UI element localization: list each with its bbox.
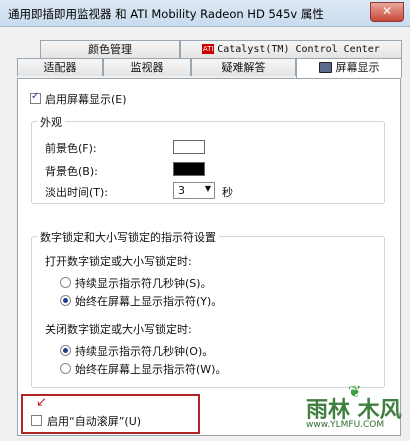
- fade-time-select[interactable]: 3 ▼: [173, 182, 215, 199]
- fade-time-unit: 秒: [222, 186, 233, 199]
- lock-off-radio-seconds[interactable]: [60, 345, 71, 356]
- background-color-swatch[interactable]: [173, 162, 205, 176]
- autoscroll-checkbox[interactable]: [31, 415, 42, 426]
- lock-on-option-seconds[interactable]: 持续显示指示符几秒钟(S)。: [75, 275, 212, 291]
- lock-off-title: 关闭数字锁定或大小写锁定时:: [45, 323, 192, 336]
- enable-osd-label[interactable]: 启用屏幕显示(E): [45, 91, 127, 107]
- foreground-color-label: 前景色(F):: [45, 142, 97, 155]
- lock-on-radio-always[interactable]: [60, 295, 71, 306]
- lock-off-option-seconds[interactable]: 持续显示指示符几秒钟(O)。: [75, 343, 213, 359]
- lock-indicator-group-title: 数字锁定和大小写锁定的指示符设置: [37, 229, 219, 245]
- tab-color-management[interactable]: 颜色管理: [40, 40, 180, 58]
- foreground-color-swatch[interactable]: [173, 140, 205, 154]
- watermark-url: www.YLMFU.COM: [306, 420, 385, 430]
- close-icon: ✕: [381, 4, 393, 18]
- autoscroll-label[interactable]: 启用“自动滚屏”(U): [47, 413, 141, 429]
- chevron-down-icon: ▼: [204, 184, 211, 193]
- title-bar: 通用即插即用监视器 和 ATI Mobility Radeon HD 545v …: [0, 0, 410, 27]
- ati-logo-icon: ATI: [202, 44, 215, 54]
- background-color-label: 背景色(B):: [45, 165, 98, 178]
- tab-osd[interactable]: 屏幕显示: [296, 58, 402, 78]
- lock-off-radio-always[interactable]: [60, 363, 71, 374]
- window-title: 通用即插即用监视器 和 ATI Mobility Radeon HD 545v …: [8, 7, 324, 21]
- lock-on-radio-seconds[interactable]: [60, 277, 71, 288]
- appearance-group-title: 外观: [37, 114, 65, 130]
- lock-on-title: 打开数字锁定或大小写锁定时:: [45, 255, 192, 268]
- close-button[interactable]: ✕: [370, 2, 404, 22]
- annotation-arrow-icon: ↙: [36, 395, 47, 410]
- fade-time-label: 淡出时间(T):: [45, 186, 109, 199]
- tab-catalyst[interactable]: ATI Catalyst(TM) Control Center: [180, 40, 402, 58]
- tab-monitor[interactable]: 监视器: [103, 58, 191, 76]
- lock-off-option-always[interactable]: 始终在屏幕上显示指示符(W)。: [75, 361, 226, 377]
- enable-osd-checkbox[interactable]: [30, 91, 41, 104]
- tab-troubleshoot[interactable]: 疑难解答: [191, 58, 296, 76]
- lock-on-option-always[interactable]: 始终在屏幕上显示指示符(Y)。: [75, 293, 222, 309]
- monitor-icon: [318, 61, 332, 73]
- tab-adapter[interactable]: 适配器: [17, 58, 103, 76]
